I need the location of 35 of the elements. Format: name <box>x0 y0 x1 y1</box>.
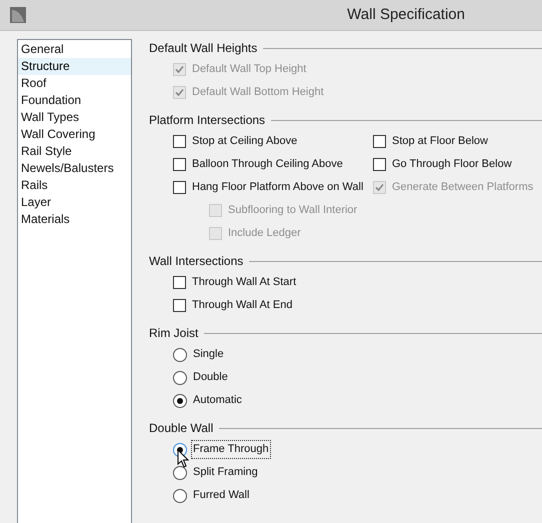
window-title: Wall Specification <box>347 4 465 25</box>
checkbox-label: Default Wall Top Height <box>192 62 306 78</box>
sidebar-item[interactable]: Newels/Balusters <box>18 160 131 177</box>
checkbox-label: Stop at Floor Below <box>392 134 488 150</box>
radio-label: Automatic <box>192 393 243 408</box>
checkbox-label: Through Wall At End <box>192 298 292 314</box>
radio-label: Frame Through <box>192 441 270 458</box>
sidebar-item[interactable]: Layer <box>18 194 131 211</box>
checkbox-label: Subflooring to Wall Interior <box>228 203 358 218</box>
section-title: Default Wall Heights <box>149 40 258 57</box>
checkbox-label: Stop at Ceiling Above <box>192 134 298 150</box>
section-title: Rim Joist <box>149 325 198 342</box>
radio-label: Furred Wall <box>192 488 250 504</box>
section-title: Platform Intersections <box>149 112 266 129</box>
radio-label: Double <box>192 370 229 386</box>
checkbox-label: Hang Floor Platform Above on Wall <box>192 180 364 196</box>
section-title: Wall Intersections <box>149 253 244 270</box>
checkbox-label: Default Wall Bottom Height <box>192 85 324 100</box>
checkbox-label: Balloon Through Ceiling Above <box>192 157 343 172</box>
checkbox-label: Include Ledger <box>228 226 301 242</box>
radio-label: Single <box>192 347 225 362</box>
section-title: Double Wall <box>149 420 214 437</box>
sidebar-item[interactable]: Rails <box>18 177 131 194</box>
checkbox-label: Generate Between Platforms <box>392 180 534 196</box>
sidebar-item[interactable]: Roof <box>18 75 131 92</box>
checkbox-label: Through Wall At Start <box>192 275 296 290</box>
sidebar-item[interactable]: Materials <box>18 211 131 228</box>
sidebar-item[interactable]: Foundation <box>18 92 131 109</box>
checkbox-label: Go Through Floor Below <box>392 157 512 172</box>
radio-label: Split Framing <box>192 465 259 480</box>
sidebar-item[interactable]: Wall Types <box>18 109 131 126</box>
sidebar-item[interactable]: General <box>18 41 131 58</box>
sidebar-item[interactable]: Structure <box>18 58 131 75</box>
sidebar-item[interactable]: Wall Covering <box>18 126 131 143</box>
sidebar-item[interactable]: Rail Style <box>18 143 131 160</box>
